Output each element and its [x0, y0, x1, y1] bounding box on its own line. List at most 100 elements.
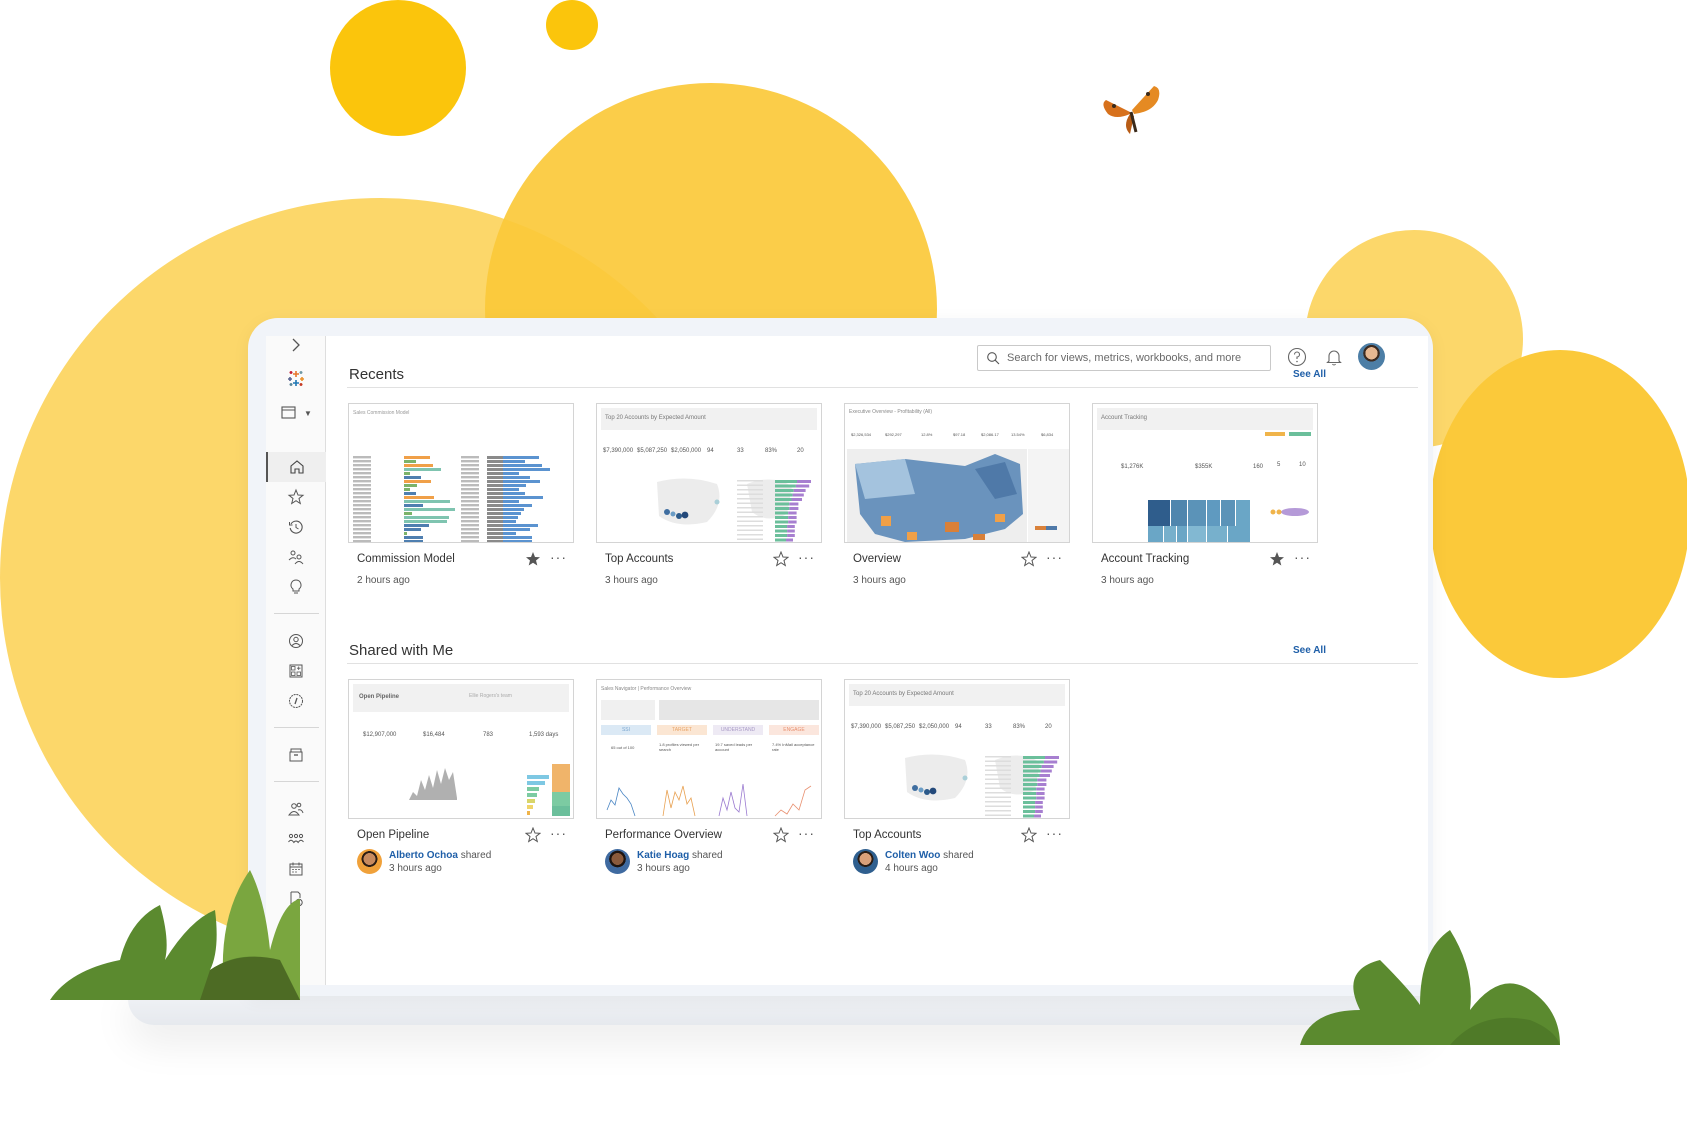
thumbnail-bar: [404, 468, 441, 471]
favorite-star-outline-icon[interactable]: [773, 827, 789, 843]
thumbnail-bar: [503, 492, 525, 495]
favorite-star-filled-icon[interactable]: [1269, 551, 1285, 567]
card-title[interactable]: Account Tracking: [1101, 553, 1189, 565]
card-timestamp: 2 hours ago: [357, 575, 410, 586]
thumbnail-bar: [503, 508, 524, 511]
more-actions-button[interactable]: ···: [798, 549, 815, 565]
thumbnail-bar: [503, 516, 518, 519]
workbook-thumbnail[interactable]: Executive Overview - Profitability (All)…: [844, 403, 1070, 543]
thumbnail-bar: [737, 525, 763, 527]
more-actions-button[interactable]: ···: [550, 549, 567, 565]
thumbnail-bar: [461, 468, 479, 471]
search-icon: [987, 352, 1000, 365]
sidebar-item-explore[interactable]: [266, 686, 326, 716]
thumbnail-bar: [503, 472, 519, 475]
thumbnail-bar: [795, 484, 810, 488]
favorite-star-outline-icon[interactable]: [773, 551, 789, 567]
workbook-thumbnail[interactable]: Account Tracking $1,276K $355K 160 5 10: [1092, 403, 1318, 543]
bush-illustration: [50, 870, 300, 1000]
thumbnail-bar: [775, 507, 790, 510]
card-title[interactable]: Top Accounts: [605, 553, 673, 565]
thumbnail-bar: [775, 511, 789, 515]
sidebar-item-recommendations[interactable]: [266, 572, 326, 602]
user-avatar[interactable]: [1358, 343, 1385, 370]
recents-heading: Recents: [349, 366, 405, 383]
sidebar-item-home[interactable]: [266, 452, 326, 482]
card-timestamp: 3 hours ago: [1101, 575, 1154, 586]
card-title[interactable]: Performance Overview: [605, 829, 722, 841]
more-actions-button[interactable]: ···: [1294, 549, 1311, 565]
thumbnail-bar: [353, 460, 371, 463]
thumbnail-bar: [1023, 792, 1037, 795]
shared-by-user-link[interactable]: Alberto Ochoa: [389, 850, 458, 861]
thumbnail-bar: [404, 508, 455, 511]
sidebar-item-groups[interactable]: [266, 824, 326, 854]
card-title[interactable]: Overview: [853, 553, 901, 565]
thumbnail-bar: [985, 814, 1011, 816]
recent-card-commission-model[interactable]: Sales Commission Model Commission Model …: [348, 403, 574, 593]
avatar: [853, 849, 878, 874]
shared-card-performance-overview[interactable]: Sales Navigator | Performance Overview S…: [596, 679, 822, 879]
shared-by-user-link[interactable]: Katie Hoag: [637, 850, 689, 861]
workbook-thumbnail[interactable]: Top 20 Accounts by Expected Amount $7,39…: [844, 679, 1070, 819]
thumbnail-bar: [404, 512, 412, 515]
thumbnail-bar: [461, 520, 479, 523]
shared-by-user-link[interactable]: Colten Woo: [885, 850, 940, 861]
thumbnail-bar: [461, 500, 479, 503]
tableau-logo[interactable]: [266, 360, 326, 396]
site-selector[interactable]: ▼: [266, 398, 326, 428]
tableau-home-screen: ▼ Search for views, metrics, workbooks, …: [266, 336, 1428, 985]
card-title[interactable]: Commission Model: [357, 553, 455, 565]
recent-card-account-tracking[interactable]: Account Tracking $1,276K $355K 160 5 10 …: [1092, 403, 1318, 593]
bell-icon[interactable]: [1323, 346, 1345, 368]
thumbnail-treemap: [1148, 432, 1311, 542]
sidebar-item-personal-space[interactable]: [266, 626, 326, 656]
sidebar-item-collections[interactable]: [266, 656, 326, 686]
more-actions-button[interactable]: ···: [798, 825, 815, 841]
thumbnail-bar: [1037, 778, 1047, 782]
thumbnail-bar: [461, 504, 479, 507]
thumbnail-bar: [985, 774, 1011, 776]
collection-grid-icon: [289, 664, 303, 678]
thumbnail-bar: [487, 496, 503, 499]
sidebar-item-users[interactable]: [266, 794, 326, 824]
favorite-star-outline-icon[interactable]: [1021, 827, 1037, 843]
thumbnail-bar: [404, 540, 423, 542]
thumbnail-bar: [353, 540, 371, 542]
sidebar-expand-button[interactable]: [266, 336, 326, 360]
thumbnail-bar: [1036, 796, 1045, 800]
archive-box-icon: [289, 748, 303, 762]
card-title[interactable]: Open Pipeline: [357, 829, 429, 841]
card-title[interactable]: Top Accounts: [853, 829, 921, 841]
recent-card-overview[interactable]: Executive Overview - Profitability (All)…: [844, 403, 1070, 593]
more-actions-button[interactable]: ···: [1046, 549, 1063, 565]
help-icon[interactable]: [1286, 346, 1308, 368]
thumbnail-bar: [503, 540, 532, 542]
favorite-star-outline-icon[interactable]: [525, 827, 541, 843]
thumbnail-bar: [487, 472, 503, 475]
thumbnail-bar: [487, 532, 503, 535]
search-box[interactable]: [977, 345, 1271, 371]
search-input[interactable]: [1007, 352, 1257, 364]
shared-card-open-pipeline[interactable]: Open Pipeline Ellie Rogers's team $12,90…: [348, 679, 574, 879]
thumbnail-bar: [404, 500, 450, 503]
sidebar-item-recents[interactable]: [266, 512, 326, 542]
favorite-star-outline-icon[interactable]: [1021, 551, 1037, 567]
workbook-thumbnail[interactable]: Top 20 Accounts by Expected Amount $7,39…: [596, 403, 822, 543]
workbook-thumbnail[interactable]: Sales Commission Model: [348, 403, 574, 543]
workbook-thumbnail[interactable]: Open Pipeline Ellie Rogers's team $12,90…: [348, 679, 574, 819]
workbook-thumbnail[interactable]: Sales Navigator | Performance Overview S…: [596, 679, 822, 819]
sidebar-item-external-assets[interactable]: [266, 740, 326, 770]
recent-card-top-accounts[interactable]: Top 20 Accounts by Expected Amount $7,39…: [596, 403, 822, 593]
sidebar-item-favorites[interactable]: [266, 482, 326, 512]
thumbnail-bar: [404, 532, 407, 535]
shared-card-top-accounts[interactable]: Top 20 Accounts by Expected Amount $7,39…: [844, 679, 1070, 879]
thumbnail-bar: [353, 504, 371, 507]
favorite-star-filled-icon[interactable]: [525, 551, 541, 567]
recents-see-all-link[interactable]: See All: [1293, 369, 1326, 380]
more-actions-button[interactable]: ···: [550, 825, 567, 841]
more-actions-button[interactable]: ···: [1046, 825, 1063, 841]
sidebar-item-shared-with-me[interactable]: [266, 542, 326, 572]
thumbnail-bar: [789, 502, 799, 506]
shared-see-all-link[interactable]: See All: [1293, 645, 1326, 656]
